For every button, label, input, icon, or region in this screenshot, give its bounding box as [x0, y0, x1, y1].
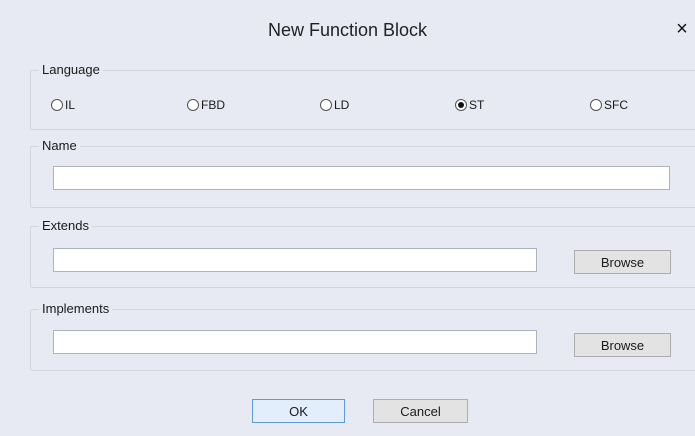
radio-sfc-label: SFC	[604, 98, 628, 112]
radio-st-indicator[interactable]	[455, 99, 467, 111]
radio-ld[interactable]: LD	[320, 98, 349, 112]
implements-input[interactable]	[53, 330, 537, 354]
implements-browse-button[interactable]: Browse	[574, 333, 671, 357]
radio-il-label: IL	[65, 98, 76, 112]
extends-input[interactable]	[53, 248, 537, 272]
radio-fbd-indicator[interactable]	[187, 99, 199, 111]
radio-il[interactable]: IL	[51, 98, 75, 112]
name-group: Name	[30, 138, 695, 208]
implements-group: Implements Browse	[30, 301, 695, 371]
cancel-button[interactable]: Cancel	[373, 399, 468, 423]
radio-st-label: ST	[469, 98, 485, 112]
implements-label: Implements	[39, 301, 113, 317]
ok-button[interactable]: OK	[252, 399, 345, 423]
radio-fbd[interactable]: FBD	[187, 98, 225, 112]
radio-sfc-indicator[interactable]	[590, 99, 602, 111]
dialog-titlebar: New Function Block ×	[0, 0, 695, 62]
radio-sfc[interactable]: SFC	[590, 98, 628, 112]
radio-fbd-label: FBD	[201, 98, 225, 112]
radio-ld-indicator[interactable]	[320, 99, 332, 111]
language-label: Language	[39, 62, 103, 78]
name-label: Name	[39, 138, 80, 154]
radio-st[interactable]: ST	[455, 98, 484, 112]
radio-il-indicator[interactable]	[51, 99, 63, 111]
extends-label: Extends	[39, 218, 92, 234]
name-input[interactable]	[53, 166, 670, 190]
dialog-title: New Function Block	[267, 20, 428, 40]
extends-browse-button[interactable]: Browse	[574, 250, 671, 274]
language-group: Language IL FBD LD ST SFC	[30, 62, 695, 130]
radio-ld-label: LD	[334, 98, 350, 112]
close-icon[interactable]: ×	[673, 18, 691, 40]
extends-group: Extends Browse	[30, 218, 695, 288]
